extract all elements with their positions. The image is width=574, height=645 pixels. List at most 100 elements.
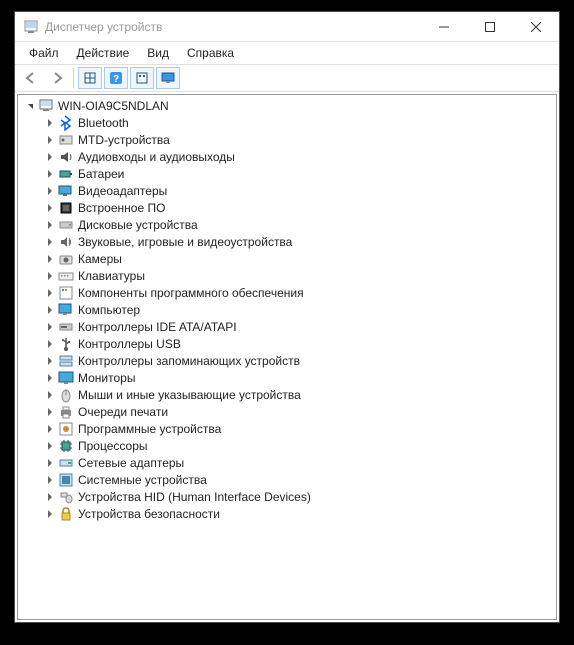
menu-view[interactable]: Вид — [139, 44, 177, 62]
menu-help[interactable]: Справка — [179, 44, 242, 62]
computer-icon — [38, 98, 54, 114]
tree-item[interactable]: Дисковые устройства — [18, 216, 552, 233]
tree-item[interactable]: Батареи — [18, 165, 552, 182]
expand-icon[interactable] — [42, 473, 58, 487]
tree-item[interactable]: Камеры — [18, 250, 552, 267]
toolbar: ? — [15, 64, 559, 92]
properties-button[interactable] — [78, 67, 102, 89]
tree-item-label: Мыши и иные указывающие устройства — [78, 388, 301, 402]
menu-file[interactable]: Файл — [21, 44, 67, 62]
tree-item-label: Процессоры — [78, 439, 148, 453]
expand-icon[interactable] — [42, 184, 58, 198]
audio-icon — [58, 149, 74, 165]
expand-icon[interactable] — [42, 269, 58, 283]
expand-icon[interactable] — [42, 439, 58, 453]
expand-icon[interactable] — [42, 286, 58, 300]
tree-item[interactable]: Очереди печати — [18, 403, 552, 420]
expand-icon[interactable] — [42, 150, 58, 164]
expand-icon[interactable] — [42, 456, 58, 470]
tree-root[interactable]: WIN-OIA9C5NDLAN — [18, 97, 552, 114]
tree-item[interactable]: Процессоры — [18, 437, 552, 454]
bluetooth-icon — [58, 115, 74, 131]
sound-icon — [58, 234, 74, 250]
hid-icon — [58, 489, 74, 505]
help-button[interactable]: ? — [104, 67, 128, 89]
tree-item[interactable]: Программные устройства — [18, 420, 552, 437]
monitor-icon — [58, 370, 74, 386]
close-button[interactable] — [513, 12, 559, 41]
tree-item[interactable]: Мыши и иные указывающие устройства — [18, 386, 552, 403]
tree-item[interactable]: Устройства HID (Human Interface Devices) — [18, 488, 552, 505]
usb-icon — [58, 336, 74, 352]
expand-icon[interactable] — [42, 201, 58, 215]
tree-item[interactable]: Системные устройства — [18, 471, 552, 488]
disk-icon — [58, 217, 74, 233]
tree-item[interactable]: Контроллеры IDE ATA/ATAPI — [18, 318, 552, 335]
tree-item-label: Устройства HID (Human Interface Devices) — [78, 490, 311, 504]
tree-item-label: Клавиатуры — [78, 269, 145, 283]
expand-icon[interactable] — [42, 422, 58, 436]
system-icon — [58, 472, 74, 488]
tree-item[interactable]: Мониторы — [18, 369, 552, 386]
expand-icon[interactable] — [42, 303, 58, 317]
tree-item-label: Программные устройства — [78, 422, 221, 436]
device-tree[interactable]: WIN-OIA9C5NDLAN Bluetooth MTD-устройстваА… — [17, 94, 557, 620]
tree-item[interactable]: Устройства безопасности — [18, 505, 552, 522]
tree-item[interactable]: Bluetooth — [18, 114, 552, 131]
forward-button[interactable] — [45, 67, 69, 89]
tree-item-label: MTD-устройства — [78, 133, 170, 147]
display-adapter-icon — [58, 183, 74, 199]
expand-icon[interactable] — [42, 167, 58, 181]
expand-icon[interactable] — [42, 405, 58, 419]
monitor-button[interactable] — [156, 67, 180, 89]
tree-item-label: Дисковые устройства — [78, 218, 198, 232]
collapse-icon[interactable] — [22, 99, 38, 113]
expand-icon[interactable] — [42, 337, 58, 351]
security-icon — [58, 506, 74, 522]
tree-item-label: Контроллеры IDE ATA/ATAPI — [78, 320, 237, 334]
tree-item[interactable]: Сетевые адаптеры — [18, 454, 552, 471]
tree-item-label: Мониторы — [78, 371, 135, 385]
expand-icon[interactable] — [42, 252, 58, 266]
tree-item[interactable]: Компоненты программного обеспечения — [18, 284, 552, 301]
tree-item-label: Устройства безопасности — [78, 507, 220, 521]
tree-item[interactable]: Контроллеры запоминающих устройств — [18, 352, 552, 369]
tree-item-label: Встроенное ПО — [78, 201, 165, 215]
scan-button[interactable] — [130, 67, 154, 89]
tree-item[interactable]: Аудиовходы и аудиовыходы — [18, 148, 552, 165]
minimize-button[interactable] — [421, 12, 467, 41]
expand-icon[interactable] — [42, 354, 58, 368]
expand-icon[interactable] — [42, 490, 58, 504]
tree-item[interactable]: Встроенное ПО — [18, 199, 552, 216]
expand-icon[interactable] — [42, 116, 58, 130]
expand-icon[interactable] — [42, 507, 58, 521]
expand-icon[interactable] — [42, 320, 58, 334]
tree-item-label: Очереди печати — [78, 405, 168, 419]
mouse-icon — [58, 387, 74, 403]
expand-icon[interactable] — [42, 133, 58, 147]
tree-item-label: Контроллеры USB — [78, 337, 181, 351]
device-manager-window: Диспетчер устройств Файл Действие Вид Сп… — [14, 11, 560, 623]
expand-icon[interactable] — [42, 388, 58, 402]
camera-icon — [58, 251, 74, 267]
maximize-button[interactable] — [467, 12, 513, 41]
tree-item[interactable]: Компьютер — [18, 301, 552, 318]
tree-item[interactable]: Звуковые, игровые и видеоустройства — [18, 233, 552, 250]
tree-item[interactable]: Контроллеры USB — [18, 335, 552, 352]
expand-icon[interactable] — [42, 235, 58, 249]
mtd-icon — [58, 132, 74, 148]
printer-icon — [58, 404, 74, 420]
tree-item[interactable]: MTD-устройства — [18, 131, 552, 148]
tree-item[interactable]: Видеоадаптеры — [18, 182, 552, 199]
tree-item-label: Видеоадаптеры — [78, 184, 167, 198]
software-device-icon — [58, 421, 74, 437]
expand-icon[interactable] — [42, 371, 58, 385]
software-icon — [58, 285, 74, 301]
expand-icon[interactable] — [42, 218, 58, 232]
menu-action[interactable]: Действие — [69, 44, 138, 62]
back-button[interactable] — [19, 67, 43, 89]
firmware-icon — [58, 200, 74, 216]
tree-item[interactable]: Клавиатуры — [18, 267, 552, 284]
toolbar-separator — [73, 68, 74, 88]
tree-item-label: Сетевые адаптеры — [78, 456, 184, 470]
